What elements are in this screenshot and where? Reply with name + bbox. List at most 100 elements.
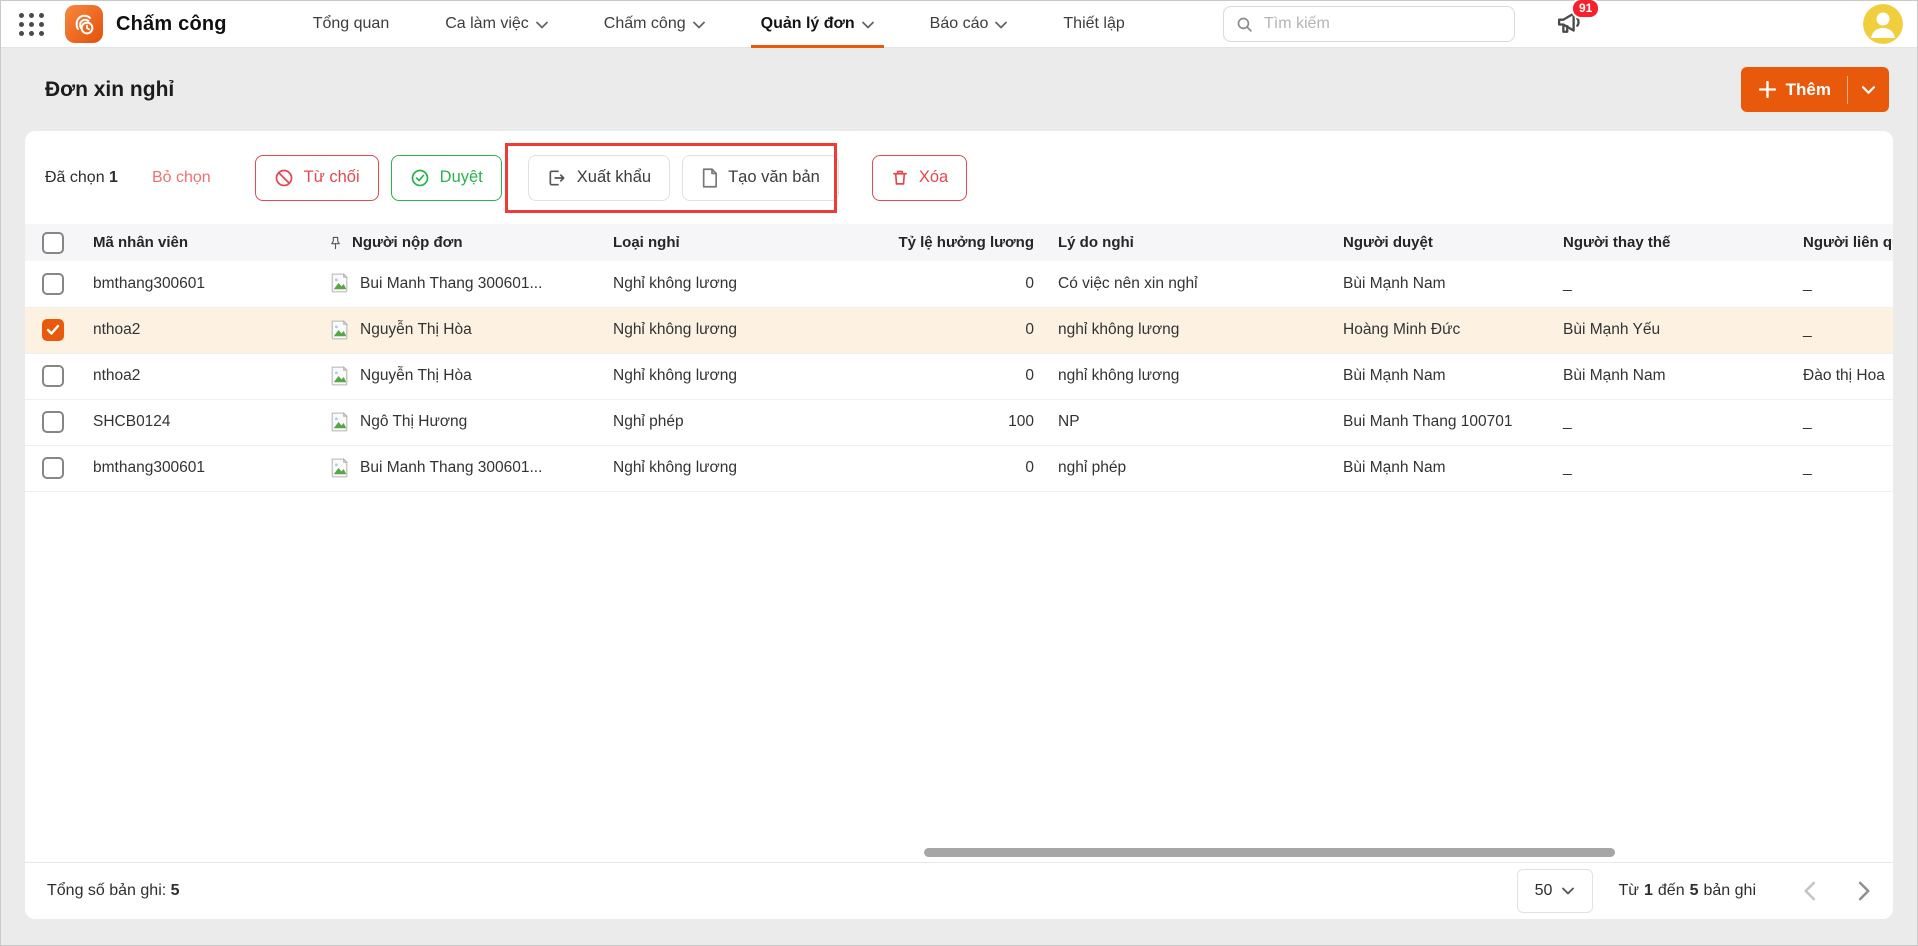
row-checkbox[interactable] bbox=[42, 457, 64, 479]
nav-item-1[interactable]: Ca làm việc bbox=[443, 1, 550, 48]
submitter-cell: Nguyễn Thị Hòa bbox=[316, 307, 601, 353]
nav-item-4[interactable]: Báo cáo bbox=[928, 1, 1010, 48]
chevron-down-icon bbox=[536, 21, 548, 29]
search-box[interactable] bbox=[1223, 6, 1515, 42]
employee-code-cell: bmthang300601 bbox=[81, 261, 316, 307]
row-checkbox[interactable] bbox=[42, 273, 64, 295]
nav-item-label: Thiết lập bbox=[1063, 15, 1124, 33]
column-header[interactable]: Lý do nghỉ bbox=[1046, 224, 1331, 261]
column-header[interactable]: Loại nghỉ bbox=[601, 224, 871, 261]
employee-code-cell: bmthang300601 bbox=[81, 445, 316, 491]
user-avatar[interactable] bbox=[1863, 4, 1903, 44]
approve-button[interactable]: Duyệt bbox=[391, 155, 502, 201]
total-records-text: Tổng số bản ghi: 5 bbox=[47, 882, 180, 900]
submitter-cell: Nguyễn Thị Hòa bbox=[316, 353, 601, 399]
search-icon bbox=[1236, 16, 1253, 33]
notification-badge: 91 bbox=[1571, 0, 1600, 19]
reason-cell: Có việc nên xin nghỉ bbox=[1046, 261, 1331, 307]
chevron-down-icon bbox=[1562, 887, 1574, 895]
table-header-row: Mã nhân viênNgười nộp đơnLoại nghỉTỷ lệ … bbox=[25, 224, 1893, 261]
pin-icon[interactable] bbox=[328, 235, 343, 251]
app-logo-icon bbox=[65, 5, 103, 43]
create-document-button[interactable]: Tạo văn bản bbox=[682, 155, 839, 201]
row-checkbox[interactable] bbox=[42, 365, 64, 387]
selected-count-text: Đã chọn 1 bbox=[45, 169, 118, 187]
approver-cell: Bùi Mạnh Nam bbox=[1331, 445, 1551, 491]
row-checkbox[interactable] bbox=[42, 319, 64, 341]
nav-item-2[interactable]: Chấm công bbox=[602, 1, 707, 48]
next-page-button[interactable] bbox=[1858, 881, 1871, 901]
chevron-right-icon bbox=[1858, 881, 1871, 901]
related-person-cell: _ bbox=[1791, 307, 1893, 353]
avatar-placeholder-icon bbox=[328, 457, 351, 480]
related-person-cell: _ bbox=[1791, 445, 1893, 491]
table-row[interactable]: nthoa2Nguyễn Thị HòaNghỉ không lương0ngh… bbox=[25, 353, 1893, 399]
table-area: Mã nhân viênNgười nộp đơnLoại nghỉTỷ lệ … bbox=[25, 224, 1893, 862]
add-button[interactable]: Thêm bbox=[1741, 67, 1889, 112]
approver-cell: Bui Manh Thang 100701 bbox=[1331, 399, 1551, 445]
export-button[interactable]: Xuất khẩu bbox=[528, 155, 670, 201]
nav-item-label: Quản lý đơn bbox=[761, 15, 855, 33]
plus-icon bbox=[1759, 81, 1776, 98]
notifications-button[interactable]: 91 bbox=[1555, 7, 1585, 41]
table-row[interactable]: bmthang300601Bui Manh Thang 300601...Ngh… bbox=[25, 445, 1893, 491]
page-size-select[interactable]: 50 bbox=[1517, 869, 1593, 913]
export-icon bbox=[547, 168, 567, 188]
prohibition-icon bbox=[274, 168, 294, 188]
salary-rate-cell: 0 bbox=[871, 445, 1046, 491]
content-card: Đã chọn 1 Bỏ chọn Từ chối Duyệt Xuất khẩ bbox=[25, 131, 1893, 919]
column-header[interactable]: Người duyệt bbox=[1331, 224, 1551, 261]
approver-cell: Bùi Mạnh Nam bbox=[1331, 353, 1551, 399]
bulk-actions-toolbar: Đã chọn 1 Bỏ chọn Từ chối Duyệt Xuất khẩ bbox=[25, 131, 1893, 224]
nav-item-0[interactable]: Tổng quan bbox=[311, 1, 392, 48]
salary-rate-cell: 0 bbox=[871, 353, 1046, 399]
select-all-checkbox[interactable] bbox=[42, 232, 64, 254]
trash-icon bbox=[891, 168, 909, 187]
salary-rate-cell: 0 bbox=[871, 307, 1046, 353]
approver-cell: Bùi Mạnh Nam bbox=[1331, 261, 1551, 307]
check-circle-icon bbox=[410, 168, 430, 188]
horizontal-scrollbar[interactable] bbox=[25, 848, 1893, 858]
horizontal-scrollbar-thumb[interactable] bbox=[924, 848, 1615, 857]
search-input[interactable] bbox=[1262, 14, 1502, 34]
nav-item-label: Ca làm việc bbox=[445, 15, 529, 33]
related-person-cell: _ bbox=[1791, 261, 1893, 307]
nav-item-label: Tổng quan bbox=[313, 15, 390, 33]
submitter-cell: Bui Manh Thang 300601... bbox=[316, 261, 601, 307]
column-header[interactable]: Mã nhân viên bbox=[81, 224, 316, 261]
table-row[interactable]: bmthang300601Bui Manh Thang 300601...Ngh… bbox=[25, 261, 1893, 307]
substitute-cell: Bùi Mạnh Yếu bbox=[1551, 307, 1791, 353]
nav-item-label: Chấm công bbox=[604, 15, 686, 33]
nav-item-5[interactable]: Thiết lập bbox=[1061, 1, 1126, 48]
row-checkbox[interactable] bbox=[42, 411, 64, 433]
table-row[interactable]: SHCB0124Ngô Thị HươngNghỉ phép100NPBui M… bbox=[25, 399, 1893, 445]
leave-type-cell: Nghỉ không lương bbox=[601, 445, 871, 491]
add-button-label: Thêm bbox=[1786, 80, 1831, 100]
page-title: Đơn xin nghỉ bbox=[45, 78, 174, 102]
page-header: Đơn xin nghỉ Thêm bbox=[1, 48, 1917, 131]
nav-item-label: Báo cáo bbox=[930, 15, 989, 33]
reject-button[interactable]: Từ chối bbox=[255, 155, 379, 201]
column-header[interactable]: Người thay thế bbox=[1551, 224, 1791, 261]
column-header[interactable]: Tỷ lệ hưởng lương bbox=[871, 224, 1046, 261]
leave-type-cell: Nghỉ không lương bbox=[601, 307, 871, 353]
salary-rate-cell: 0 bbox=[871, 261, 1046, 307]
previous-page-button[interactable] bbox=[1803, 881, 1816, 901]
chevron-down-icon bbox=[693, 21, 705, 29]
avatar-placeholder-icon bbox=[328, 319, 351, 342]
nav-item-3[interactable]: Quản lý đơn bbox=[759, 1, 876, 48]
app-grid-icon[interactable] bbox=[19, 13, 45, 36]
delete-button[interactable]: Xóa bbox=[872, 155, 967, 201]
column-header[interactable]: Người nộp đơn bbox=[316, 224, 601, 261]
pagination-range-text: Từ1đến5bản ghi bbox=[1619, 882, 1762, 900]
substitute-cell: Bùi Mạnh Nam bbox=[1551, 353, 1791, 399]
table-footer: Tổng số bản ghi: 5 50 Từ1đến5bản ghi bbox=[25, 862, 1893, 919]
add-dropdown-toggle[interactable] bbox=[1848, 86, 1889, 94]
employee-code-cell: SHCB0124 bbox=[81, 399, 316, 445]
submitter-cell: Bui Manh Thang 300601... bbox=[316, 445, 601, 491]
salary-rate-cell: 100 bbox=[871, 399, 1046, 445]
table-row[interactable]: nthoa2Nguyễn Thị HòaNghỉ không lương0ngh… bbox=[25, 307, 1893, 353]
deselect-button[interactable]: Bỏ chọn bbox=[152, 169, 211, 187]
approver-cell: Hoàng Minh Đức bbox=[1331, 307, 1551, 353]
column-header[interactable]: Người liên quan bbox=[1791, 224, 1893, 261]
